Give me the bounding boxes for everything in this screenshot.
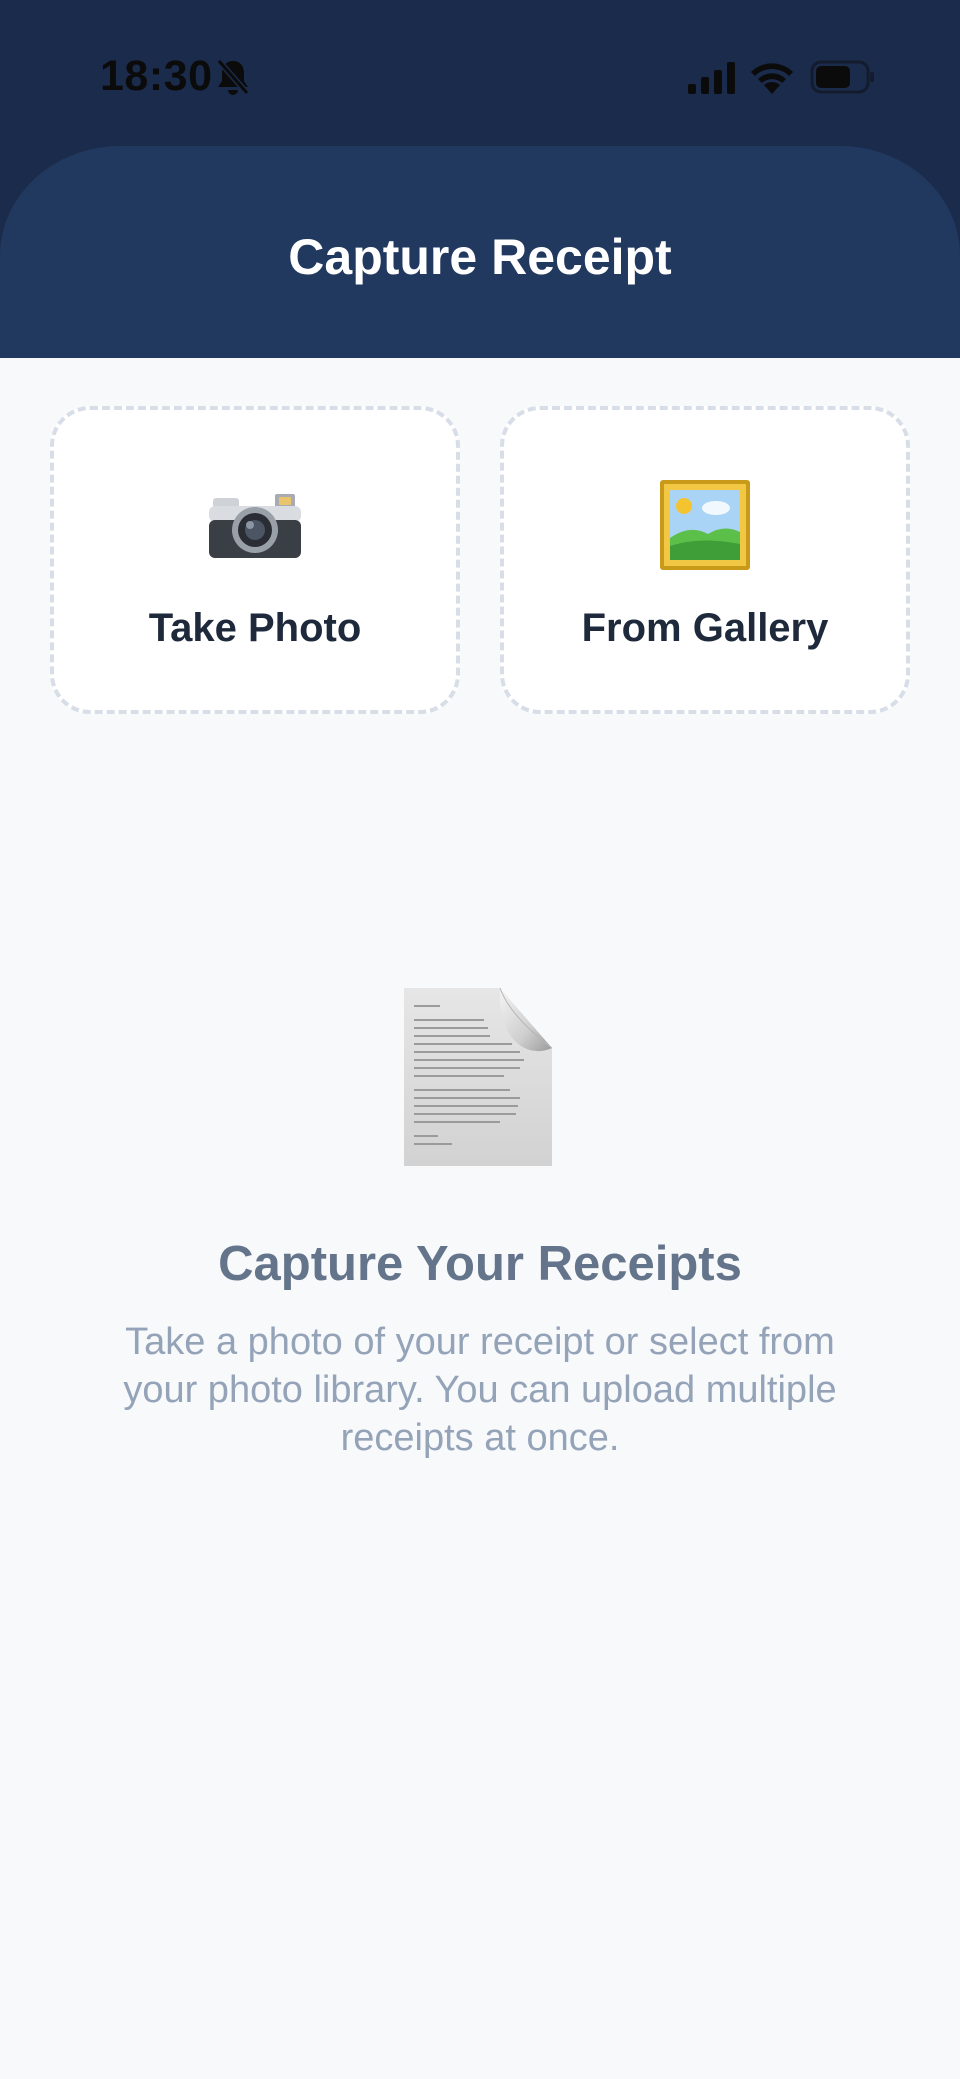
take-photo-button[interactable]: Take Photo bbox=[50, 406, 460, 714]
signal-icon bbox=[688, 62, 735, 94]
status-time: 18:30 bbox=[100, 52, 213, 100]
page-title: Capture Receipt bbox=[288, 229, 672, 285]
wifi-icon bbox=[751, 63, 793, 94]
from-gallery-button[interactable]: From Gallery bbox=[500, 406, 910, 714]
take-photo-label: Take Photo bbox=[148, 606, 362, 650]
empty-state-description: Take a photo of your receipt or select f… bbox=[123, 1321, 837, 1459]
bell-off-icon bbox=[216, 59, 250, 95]
empty-state-title: Capture Your Receipts bbox=[218, 1237, 742, 1291]
framed-picture-icon bbox=[504, 480, 906, 570]
from-gallery-label: From Gallery bbox=[581, 606, 829, 650]
battery-icon bbox=[810, 60, 874, 94]
camera-icon bbox=[54, 480, 456, 570]
document-icon bbox=[404, 987, 553, 1166]
